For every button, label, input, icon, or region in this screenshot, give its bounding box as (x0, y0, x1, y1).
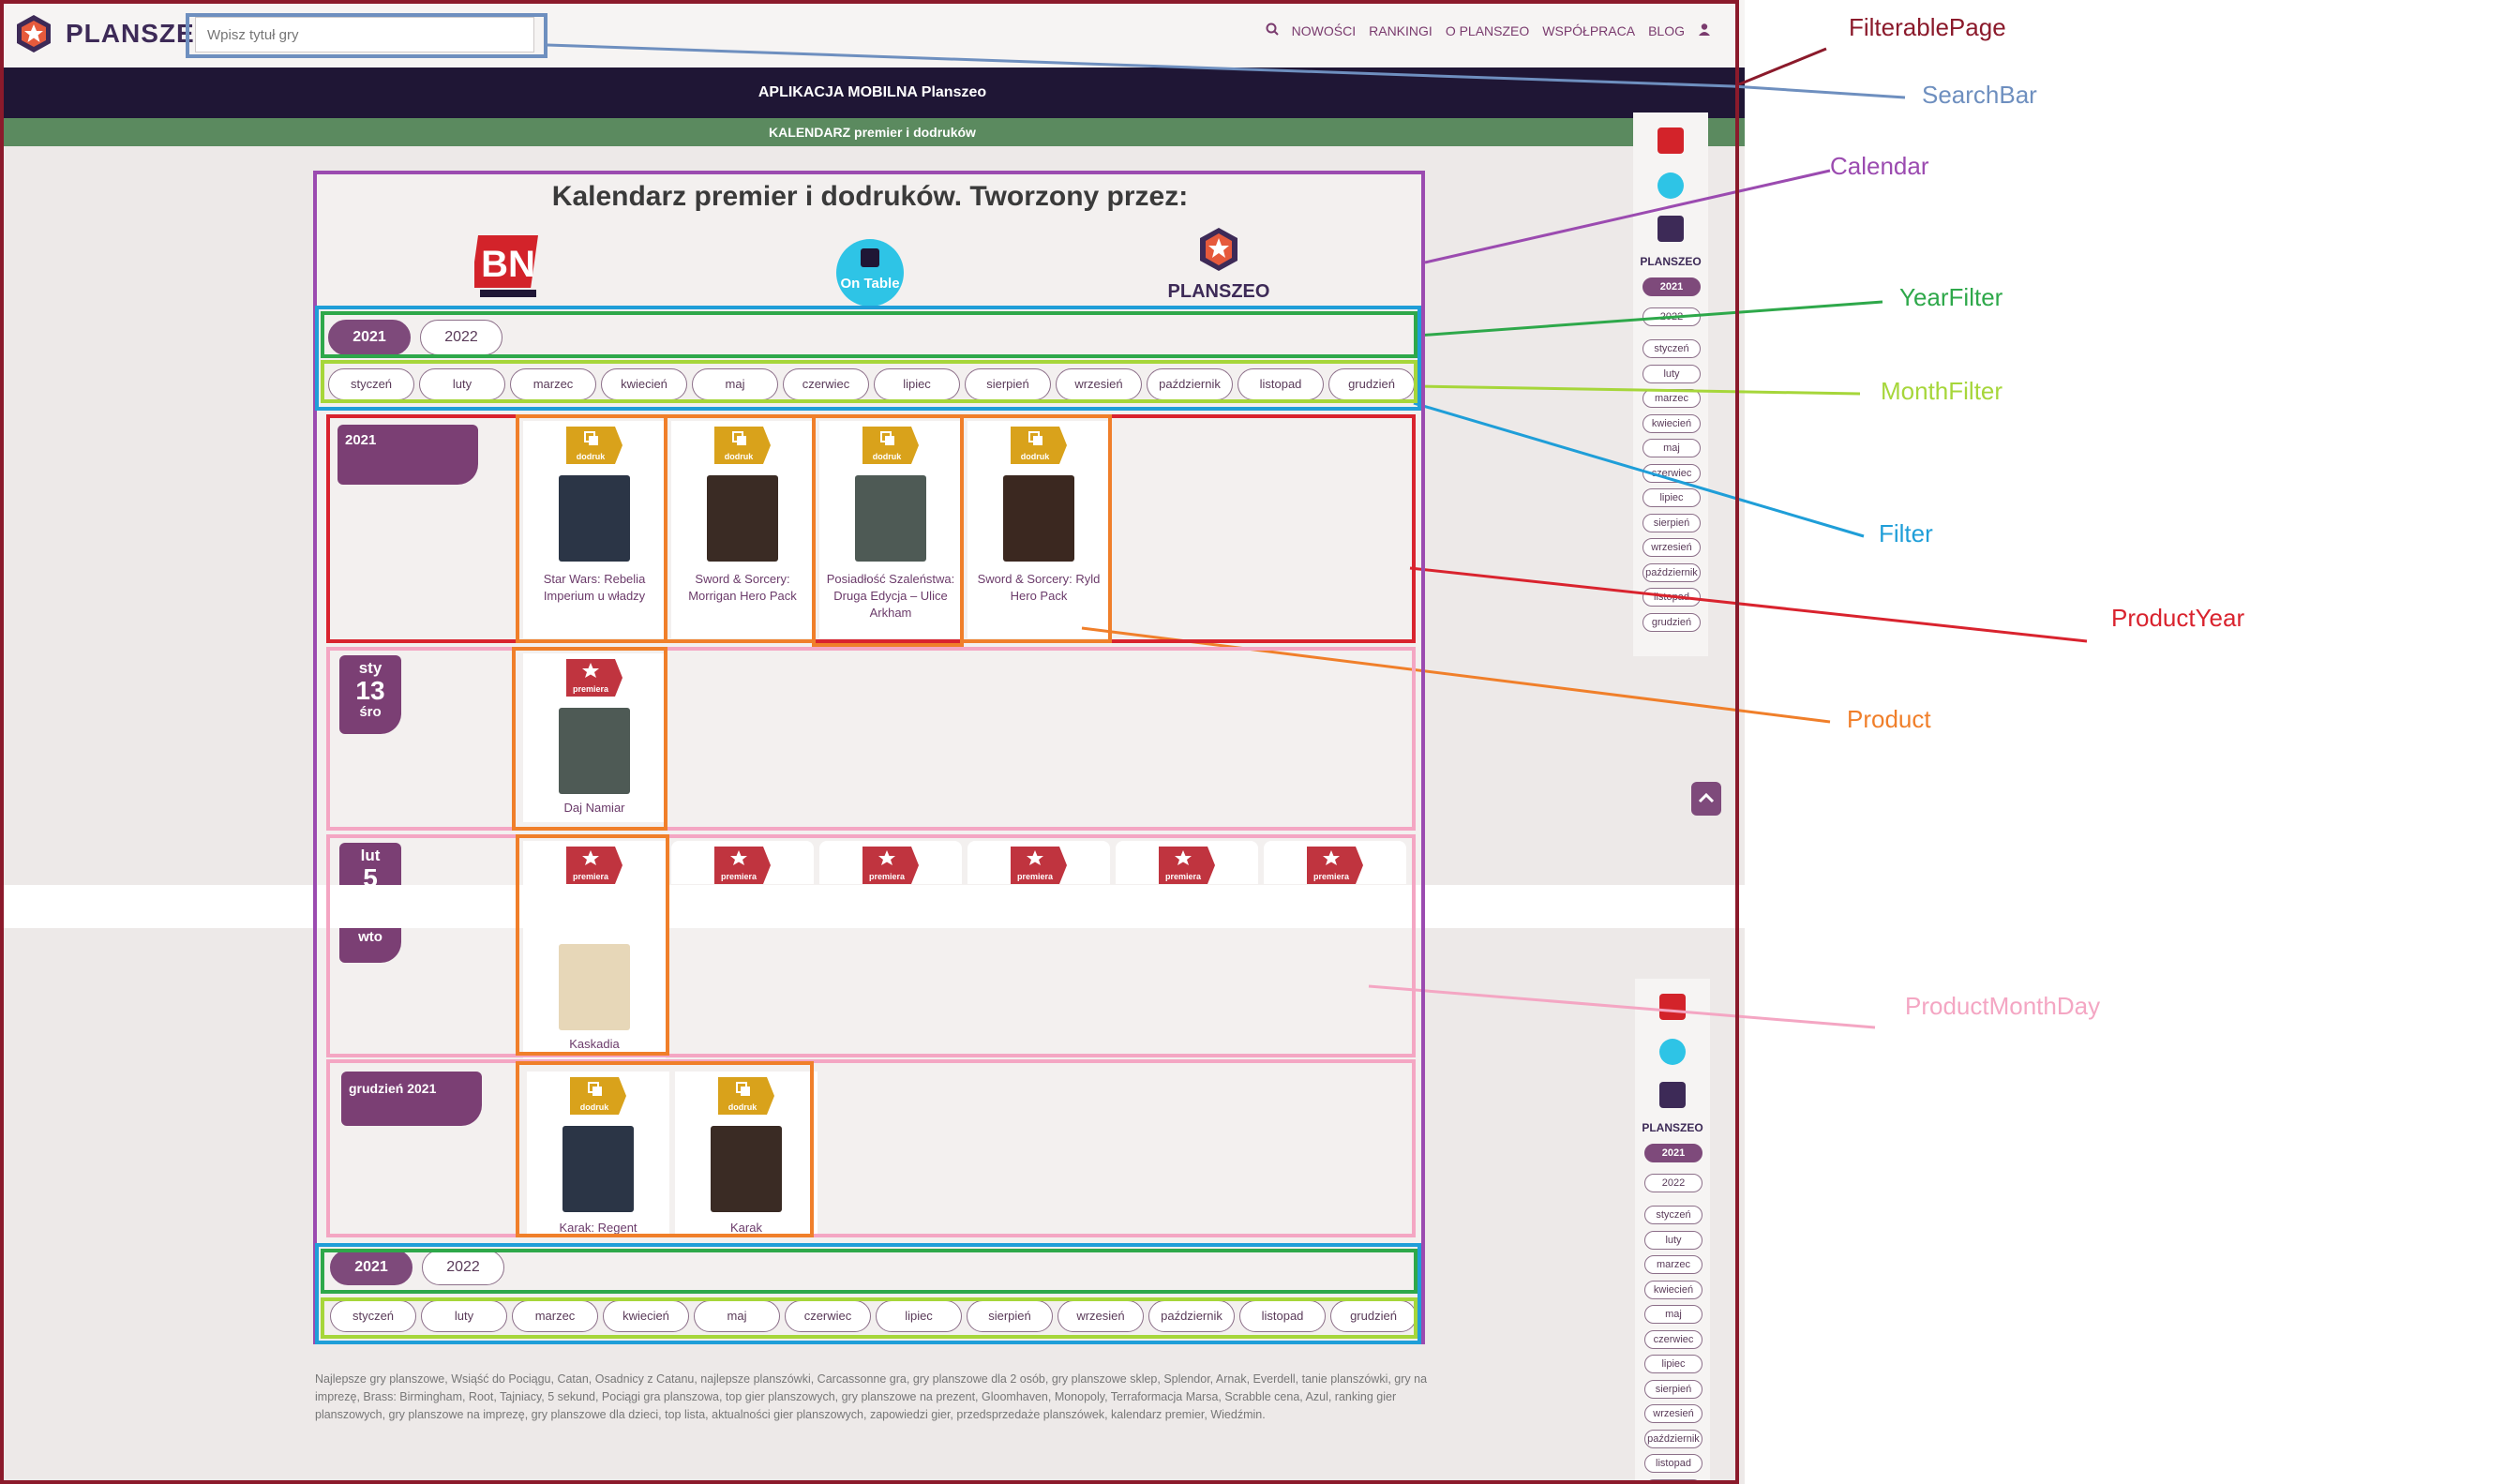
annotation-lines (547, 43, 2088, 1029)
annotation-label-filterable-page: FilterablePage (1849, 13, 2006, 41)
annotation-label-product-month-day: ProductMonthDay (1905, 992, 2101, 1020)
annotation-label-year-filter: YearFilter (1899, 283, 2003, 311)
annotation-label-month-filter: MonthFilter (1881, 377, 2003, 405)
annotation-label-filter: Filter (1879, 519, 1933, 547)
annotation-label-product: Product (1847, 705, 1931, 733)
annotation-label-product-year: ProductYear (2111, 604, 2245, 632)
annotation-label-calendar: Calendar (1830, 152, 1929, 180)
annotation-label-search-bar: SearchBar (1922, 81, 2037, 109)
